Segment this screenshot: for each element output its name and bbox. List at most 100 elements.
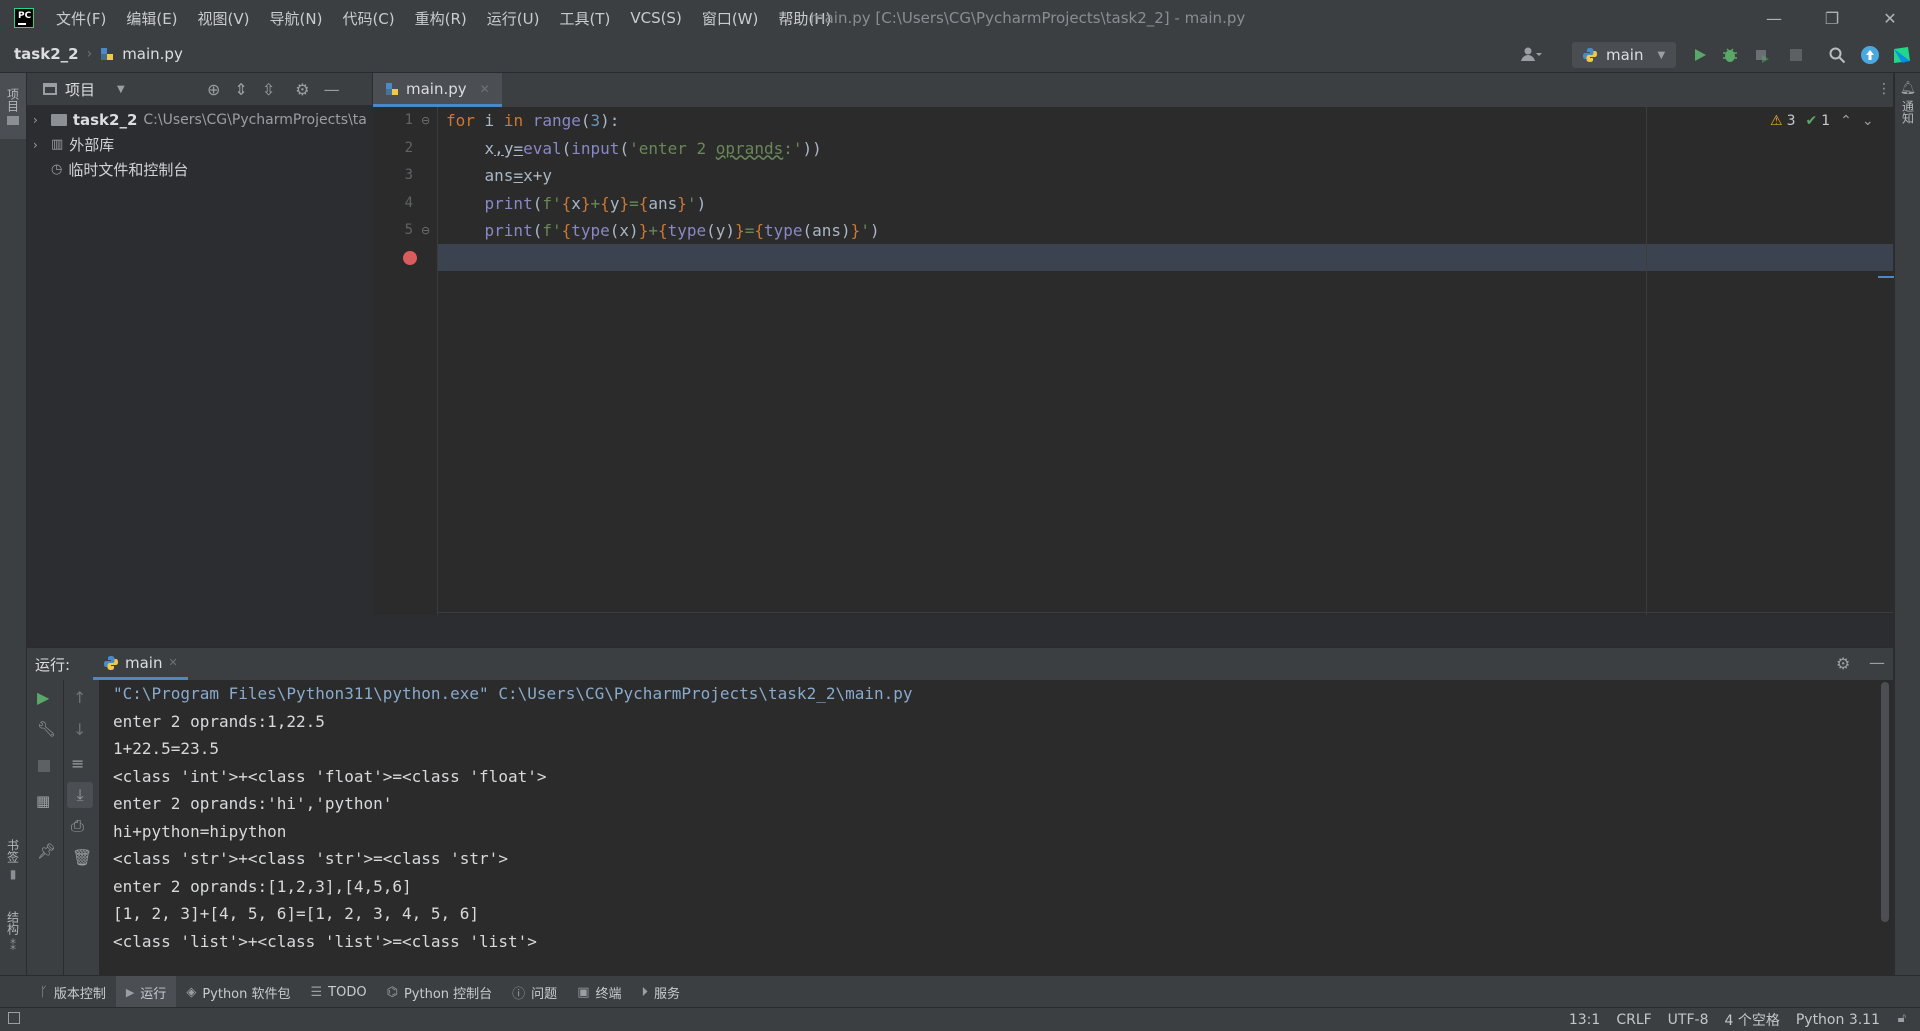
run-tab-main[interactable]: main ✕ [93,648,188,680]
warning-icon: ⚠ [1770,113,1783,129]
account-icon[interactable] [1520,44,1542,66]
tree-item-project[interactable]: › task2_2 C:\Users\CG\PycharmProjects\ta [27,107,372,132]
chevron-down-icon[interactable]: ⌄ [1862,113,1874,129]
close-tab-icon[interactable]: ✕ [168,656,177,669]
python-interpreter[interactable]: Python 3.11 [1796,1012,1880,1028]
run-configuration-selector[interactable]: main ▼ [1572,42,1676,68]
tool-run[interactable]: ▶ 运行 [115,976,177,1008]
structure-icon: ⁑ [10,939,16,953]
folder-icon [50,113,67,126]
tool-terminal[interactable]: ▣ 终端 [567,976,631,1008]
close-tab-icon[interactable]: ✕ [480,82,490,96]
code-line-1: for i in range(3): [446,111,620,130]
warnings-count: 3 [1786,113,1796,129]
indent-setting[interactable]: 4 个空格 [1724,1010,1779,1030]
line-separator[interactable]: CRLF [1616,1012,1651,1028]
right-tool-strip: 🔔︎ 通知 [1894,73,1920,975]
search-button[interactable] [1826,44,1848,66]
project-view-selector[interactable]: 项目 ▼ [43,73,125,105]
bookmarks-tool-button[interactable]: 书签 ▮ [0,839,26,901]
menu-view[interactable]: 视图(V) [198,8,250,29]
wrench-icon[interactable]: 🔧︎ [37,720,56,738]
gear-icon[interactable]: ⚙ [295,80,309,99]
gear-icon[interactable]: ⚙ [1836,654,1850,673]
minimize-button[interactable]: — [1745,0,1803,36]
fold-icon[interactable]: ⊖ [421,224,430,237]
layout-icon[interactable]: ▦ [36,792,50,810]
more-options-icon[interactable]: ⋮ [1877,81,1891,97]
run-console[interactable]: "C:\Program Files\Python311\python.exe" … [100,680,1893,975]
chevron-up-icon[interactable]: ⌃ [1840,113,1852,129]
tree-item-scratches[interactable]: ◷ 临时文件和控制台 [27,157,372,182]
scroll-to-end-icon[interactable]: ⤓ [67,782,93,808]
line-number: 2 [404,139,413,156]
code-line-2: x,y=eval(input('enter 2 oprands:')) [446,138,822,158]
tree-item-external-libraries[interactable]: › ▥ 外部库 [27,132,372,157]
python-icon: ⌬ [386,984,398,1000]
menu-navigate[interactable]: 导航(N) [270,8,323,29]
arrow-down-icon[interactable]: ↓ [73,720,86,739]
stop-icon[interactable] [38,760,50,772]
hide-icon[interactable]: — [1869,653,1885,672]
inspection-widget[interactable]: ⚠ 3 ✔ 1 ⌃ ⌄ [1770,113,1874,129]
search-icon [1829,47,1846,64]
layers-icon: ◈ [186,984,197,1000]
menu-file[interactable]: 文件(F) [56,8,106,29]
line-number: 1 [404,112,413,128]
run-panel-toolbar: ▶ 🔧︎ ▦ 📌︎ ↑ ↓ ≡ ⤓ ⎙ 🗑︎ [27,680,100,975]
menu-window[interactable]: 窗口(W) [702,8,759,29]
update-button[interactable] [1859,44,1881,66]
tree-item-name: task2_2 [72,110,138,129]
vertical-scrollbar[interactable] [1881,682,1889,922]
stop-button[interactable] [1785,44,1807,66]
fold-icon[interactable]: ⊖ [421,114,430,127]
panel-splitter[interactable] [27,615,1893,647]
expand-all-icon[interactable]: ⇕ [234,80,247,99]
caret-position[interactable]: 13:1 [1569,1012,1600,1028]
menu-code[interactable]: 代码(C) [342,8,394,29]
menu-vcs[interactable]: VCS(S) [630,9,681,27]
notifications-tool-button[interactable]: 🔔︎ 通知 [1895,81,1920,124]
chevron-down-icon: ▼ [1657,49,1666,61]
pin-icon[interactable]: 📌︎ [37,842,56,860]
print-icon[interactable]: ⎙ [71,816,84,836]
menu-run[interactable]: 运行(U) [487,8,540,29]
tool-todo[interactable]: ☰ TODO [301,976,377,1008]
tool-python-console[interactable]: ⌬ Python 控制台 [377,976,503,1008]
tool-services[interactable]: ⏵ 服务 [632,976,691,1008]
jetbrains-logo-icon [1894,47,1910,63]
restore-button[interactable]: ❐ [1803,0,1861,36]
tab-main-py[interactable]: main.py ✕ [373,73,502,107]
locate-icon[interactable]: ⊕ [207,80,220,99]
rerun-icon[interactable]: ▶ [37,688,49,707]
tool-version-control[interactable]: ᚴ 版本控制 [30,976,116,1008]
run-config-label: main [1606,46,1644,64]
tool-problems[interactable]: ⓘ 问题 [502,976,567,1008]
menu-tools[interactable]: 工具(T) [559,8,610,29]
code-line-4: print(f'{x}+{y}={ans}') [484,193,707,213]
lock-icon[interactable]: 🔓︎ [1898,1011,1906,1026]
breakpoint-icon[interactable] [403,251,417,265]
hide-icon[interactable]: — [324,80,340,99]
breadcrumb-project[interactable]: task2_2 [14,45,79,63]
console-line: <class 'int'>+<class 'float'>=<class 'fl… [113,766,547,786]
menu-edit[interactable]: 编辑(E) [126,8,177,29]
close-window-button[interactable]: ✕ [1861,0,1919,36]
tool-python-packages[interactable]: ◈ Python 软件包 [176,976,300,1008]
run-button[interactable] [1689,44,1711,66]
coverage-button[interactable] [1751,44,1773,66]
jetbrains-ai-button[interactable] [1891,44,1913,66]
file-encoding[interactable]: UTF-8 [1668,1012,1709,1028]
collapse-all-icon[interactable]: ⇳ [262,80,275,99]
breadcrumb-file[interactable]: main.py [122,45,183,63]
toggle-tool-windows-icon[interactable] [8,1012,20,1024]
chevron-down-icon: ▼ [117,83,125,95]
structure-label: 结构 [5,911,20,935]
soft-wrap-icon[interactable]: ≡ [71,754,84,773]
menu-refactor[interactable]: 重构(R) [415,8,467,29]
structure-tool-button[interactable]: 结构 ⁑ [0,911,26,973]
trash-icon[interactable]: 🗑︎ [72,848,92,867]
arrow-up-icon[interactable]: ↑ [73,688,86,707]
debug-button[interactable] [1719,44,1741,66]
project-tool-button[interactable]: 项目 [0,73,26,139]
